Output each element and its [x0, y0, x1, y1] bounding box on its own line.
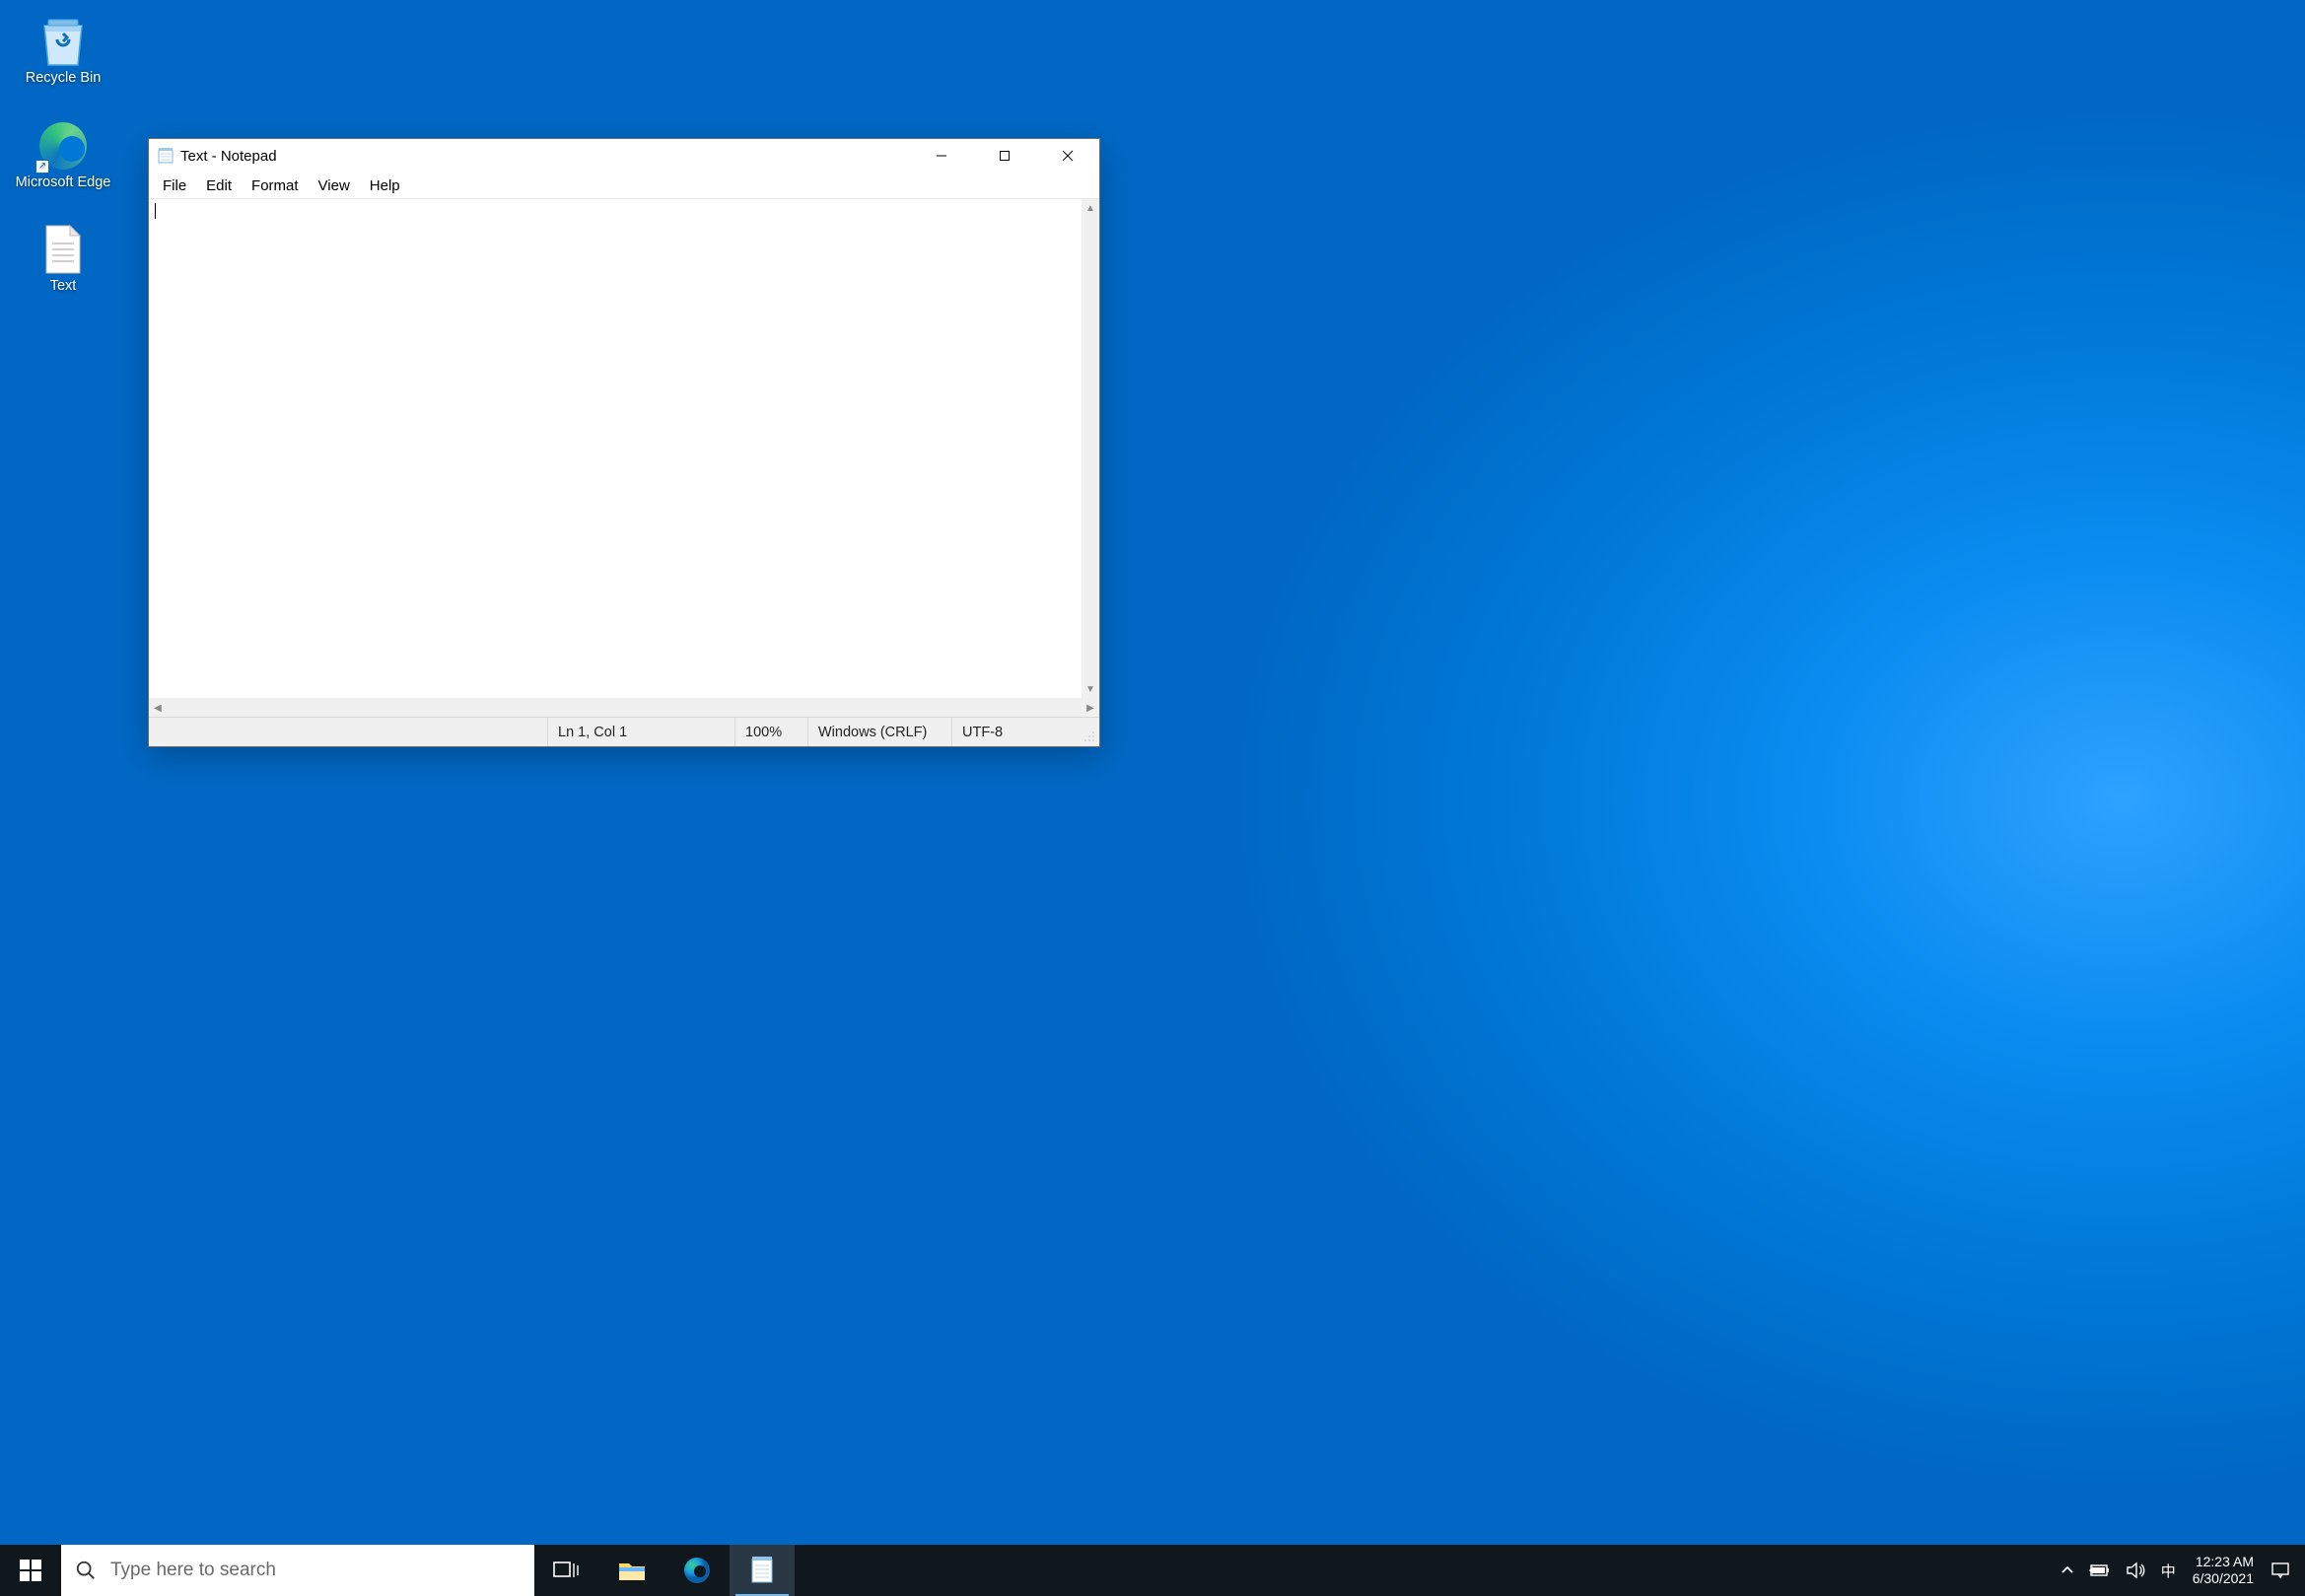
clock-time: 12:23 AM — [2196, 1554, 2254, 1571]
vertical-scrollbar[interactable]: ▲ ▼ — [1082, 199, 1099, 698]
editor-area: ▲ ▼ — [149, 199, 1099, 699]
speaker-icon — [2126, 1561, 2147, 1579]
tray-action-center[interactable] — [2264, 1545, 2297, 1596]
scroll-up-icon[interactable]: ▲ — [1082, 199, 1099, 217]
search-placeholder: Type here to search — [110, 1560, 276, 1581]
resize-grip-icon[interactable] — [1080, 727, 1097, 744]
menu-edit[interactable]: Edit — [196, 174, 242, 197]
start-button[interactable] — [0, 1545, 61, 1596]
desktop-icon-label: Microsoft Edge — [16, 173, 111, 193]
status-bar: Ln 1, Col 1 100% Windows (CRLF) UTF-8 — [149, 717, 1099, 746]
recycle-bin[interactable]: Recycle Bin — [14, 10, 112, 93]
minimize-button[interactable] — [910, 139, 973, 173]
menu-help[interactable]: Help — [360, 174, 410, 197]
notepad-icon — [157, 147, 175, 165]
status-encoding: UTF-8 — [951, 718, 1099, 746]
close-icon — [1062, 150, 1074, 162]
horizontal-scrollbar[interactable]: ◀ ▶ — [149, 699, 1099, 717]
tray-clock[interactable]: 12:23 AM 6/30/2021 — [2183, 1545, 2264, 1596]
text-file-icon — [35, 222, 91, 277]
search-box[interactable]: Type here to search — [61, 1545, 534, 1596]
recycle-bin-icon — [35, 14, 91, 69]
tray-overflow[interactable] — [2054, 1545, 2081, 1596]
minimize-icon — [936, 150, 947, 162]
status-position: Ln 1, Col 1 — [547, 718, 734, 746]
menu-file[interactable]: File — [153, 174, 196, 197]
status-line-ending: Windows (CRLF) — [807, 718, 951, 746]
scroll-right-icon[interactable]: ▶ — [1082, 699, 1099, 717]
shortcut-overlay-icon: ↗ — [35, 160, 49, 173]
text-file[interactable]: Text — [14, 218, 112, 301]
taskbar-edge[interactable] — [664, 1545, 730, 1596]
task-view-icon — [552, 1556, 582, 1585]
menu-format[interactable]: Format — [242, 174, 309, 197]
chevron-up-icon — [2061, 1563, 2074, 1577]
tray-ime[interactable]: 中 — [2154, 1545, 2183, 1596]
notepad-icon — [747, 1556, 777, 1585]
microsoft-edge[interactable]: ↗ Microsoft Edge — [14, 114, 112, 197]
scroll-left-icon[interactable]: ◀ — [149, 699, 167, 717]
maximize-button[interactable] — [973, 139, 1036, 173]
status-zoom: 100% — [734, 718, 807, 746]
notification-icon — [2270, 1561, 2290, 1579]
file-explorer-icon — [617, 1556, 647, 1585]
clock-date: 6/30/2021 — [2193, 1570, 2254, 1588]
maximize-icon — [999, 150, 1011, 162]
edge-icon: ↗ — [35, 118, 91, 173]
desktop-icons: Recycle Bin ↗ Microsoft Edge Text — [4, 10, 122, 301]
text-editor[interactable] — [149, 199, 1082, 698]
taskbar-file-explorer[interactable] — [599, 1545, 664, 1596]
task-view-button[interactable] — [534, 1545, 599, 1596]
system-tray: 中 12:23 AM 6/30/2021 — [2054, 1545, 2305, 1596]
notepad-window: Text - Notepad File Edit Format View Hel… — [148, 138, 1100, 747]
edge-icon — [682, 1556, 712, 1585]
taskbar: Type here to search — [0, 1545, 2305, 1596]
tray-volume[interactable] — [2119, 1545, 2154, 1596]
scroll-down-icon[interactable]: ▼ — [1082, 680, 1099, 698]
tray-battery[interactable] — [2081, 1545, 2119, 1596]
battery-icon — [2088, 1562, 2112, 1578]
menu-view[interactable]: View — [309, 174, 360, 197]
desktop-icon-label: Text — [50, 277, 77, 297]
taskbar-notepad[interactable] — [730, 1545, 795, 1596]
show-desktop-button[interactable] — [2297, 1545, 2305, 1596]
title-bar[interactable]: Text - Notepad — [149, 139, 1099, 173]
desktop-icon-label: Recycle Bin — [26, 69, 102, 89]
search-icon — [75, 1560, 97, 1581]
windows-logo-icon — [20, 1560, 41, 1581]
menu-bar: File Edit Format View Help — [149, 173, 1099, 199]
window-controls — [910, 139, 1099, 173]
close-button[interactable] — [1036, 139, 1099, 173]
window-title: Text - Notepad — [180, 148, 277, 165]
